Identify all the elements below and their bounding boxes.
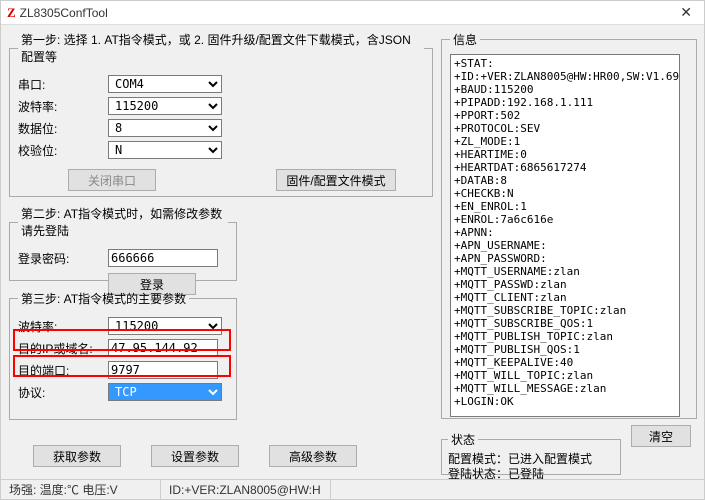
dest-port-label: 目的端口: xyxy=(18,362,108,379)
status-id: ID:+VER:ZLAN8005@HW:H xyxy=(161,480,331,499)
baud1-select[interactable]: 115200 xyxy=(108,97,222,115)
state-legend: 状态 xyxy=(448,431,478,448)
pwd-input[interactable] xyxy=(108,249,218,267)
pwd-label: 登录密码: xyxy=(18,250,108,267)
app-icon: Z xyxy=(7,5,16,21)
parity-label: 校验位: xyxy=(18,142,108,159)
port-select[interactable]: COM4 xyxy=(108,75,222,93)
dest-ip-label: 目的IP或域名: xyxy=(18,340,108,357)
baud2-label: 波特率: xyxy=(18,318,108,335)
dest-ip-input[interactable] xyxy=(108,339,218,357)
step2-group: 第二步: AT指令模式时，如需修改参数请先登陆 登录密码: 登录 xyxy=(9,205,237,281)
state-group: 状态 配置模式：已进入配置模式 登陆状态：已登陆 xyxy=(441,431,621,475)
adv-params-button[interactable]: 高级参数 xyxy=(269,445,357,467)
step3-legend: 第三步: AT指令模式的主要参数 xyxy=(18,290,189,307)
close-icon[interactable]: ✕ xyxy=(674,4,698,21)
databit-label: 数据位: xyxy=(18,120,108,137)
titlebar: Z ZL8305ConfTool ✕ xyxy=(1,1,704,25)
info-legend: 信息 xyxy=(450,31,480,48)
cfg-mode-value: 已进入配置模式 xyxy=(508,452,592,466)
parity-select[interactable]: N xyxy=(108,141,222,159)
status-field: 场强: 温度:℃ 电压:V xyxy=(1,480,161,499)
info-textarea[interactable]: +STAT: +ID:+VER:ZLAN8005@HW:HR00,SW:V1.6… xyxy=(450,54,680,417)
step1-group: 第一步: 选择 1. AT指令模式，或 2. 固件升级/配置文件下载模式，含JS… xyxy=(9,31,433,197)
proto-label: 协议: xyxy=(18,384,108,401)
step3-group: 第三步: AT指令模式的主要参数 波特率: 115200 目的IP或域名: 目的… xyxy=(9,290,237,420)
client-area: 第一步: 选择 1. AT指令模式，或 2. 固件升级/配置文件下载模式，含JS… xyxy=(1,25,704,499)
get-params-button[interactable]: 获取参数 xyxy=(33,445,121,467)
baud2-select[interactable]: 115200 xyxy=(108,317,222,335)
baud1-label: 波特率: xyxy=(18,98,108,115)
status-bar: 场强: 温度:℃ 电压:V ID:+VER:ZLAN8005@HW:H xyxy=(1,479,704,499)
port-label: 串口: xyxy=(18,76,108,93)
fwcfg-mode-button[interactable]: 固件/配置文件模式 xyxy=(276,169,396,191)
databit-select[interactable]: 8 xyxy=(108,119,222,137)
proto-select[interactable]: TCP xyxy=(108,383,222,401)
step2-legend: 第二步: AT指令模式时，如需修改参数请先登陆 xyxy=(18,205,228,239)
clear-button[interactable]: 清空 xyxy=(631,425,691,447)
info-group: 信息 +STAT: +ID:+VER:ZLAN8005@HW:HR00,SW:V… xyxy=(441,31,697,419)
app-window: Z ZL8305ConfTool ✕ 第一步: 选择 1. AT指令模式，或 2… xyxy=(0,0,705,500)
set-params-button[interactable]: 设置参数 xyxy=(151,445,239,467)
close-port-button[interactable]: 关闭串口 xyxy=(68,169,156,191)
window-title: ZL8305ConfTool xyxy=(20,6,108,20)
cfg-mode-label: 配置模式： xyxy=(448,452,508,466)
dest-port-input[interactable] xyxy=(108,361,218,379)
step1-legend: 第一步: 选择 1. AT指令模式，或 2. 固件升级/配置文件下载模式，含JS… xyxy=(18,31,424,65)
